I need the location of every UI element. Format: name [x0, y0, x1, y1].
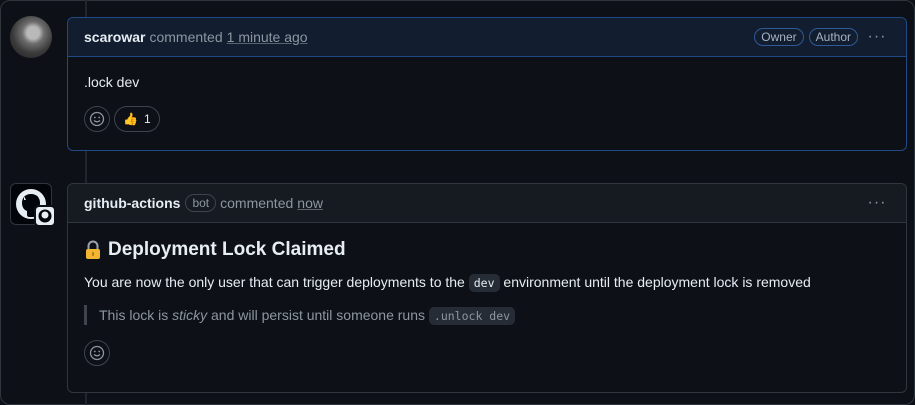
comment-header: github-actions bot commented now ··· — [68, 184, 906, 223]
comment-text: .lock dev — [84, 74, 140, 90]
add-reaction-button[interactable] — [84, 106, 110, 132]
comment-action: commented — [220, 195, 294, 211]
quote-text: This lock is — [99, 307, 169, 323]
comment-action: commented — [149, 29, 223, 45]
bot-badge-icon — [34, 205, 56, 227]
avatar[interactable] — [10, 16, 52, 58]
comment-body: Deployment Lock Claimed You are now the … — [68, 223, 906, 382]
smiley-icon — [89, 111, 105, 127]
comment-card: scarowar commented 1 minute ago Owner Au… — [67, 17, 907, 151]
env-code: dev — [468, 274, 500, 292]
paragraph-text: environment until the deployment lock is… — [503, 274, 811, 290]
quote-text: and will persist until someone runs — [211, 307, 426, 323]
reactions-bar — [84, 340, 890, 366]
comment-paragraph: You are now the only user that can trigg… — [84, 274, 890, 292]
author-link[interactable]: github-actions — [84, 195, 180, 211]
author-link[interactable]: scarowar — [84, 29, 145, 45]
bot-label: bot — [185, 194, 217, 212]
unlock-command-code: .unlock dev — [428, 307, 516, 325]
author-label: Author — [808, 28, 858, 46]
smiley-icon — [89, 345, 105, 361]
timestamp-link[interactable]: now — [297, 195, 323, 211]
heading-text: Deployment Lock Claimed — [108, 239, 346, 260]
kebab-menu-icon[interactable]: ··· — [864, 194, 890, 212]
timestamp-link[interactable]: 1 minute ago — [227, 29, 308, 45]
lock-icon — [86, 240, 100, 259]
thumbs-up-icon: 👍 — [123, 112, 138, 126]
reaction-count: 1 — [143, 112, 151, 126]
kebab-menu-icon[interactable]: ··· — [864, 28, 890, 46]
thumbs-up-reaction[interactable]: 👍 1 — [114, 106, 160, 132]
reactions-bar: 👍 1 — [84, 106, 890, 132]
add-reaction-button[interactable] — [84, 340, 110, 366]
owner-label: Owner — [754, 28, 804, 46]
paragraph-text: You are now the only user that can trigg… — [84, 274, 465, 290]
comment-body: .lock dev 👍 1 — [68, 57, 906, 148]
comment-card: github-actions bot commented now ··· Dep… — [67, 183, 907, 393]
comment-header: scarowar commented 1 minute ago Owner Au… — [68, 18, 906, 57]
comment-heading: Deployment Lock Claimed — [84, 239, 890, 261]
blockquote: This lock is sticky and will persist unt… — [84, 305, 890, 325]
quote-emphasis: sticky — [172, 307, 208, 323]
